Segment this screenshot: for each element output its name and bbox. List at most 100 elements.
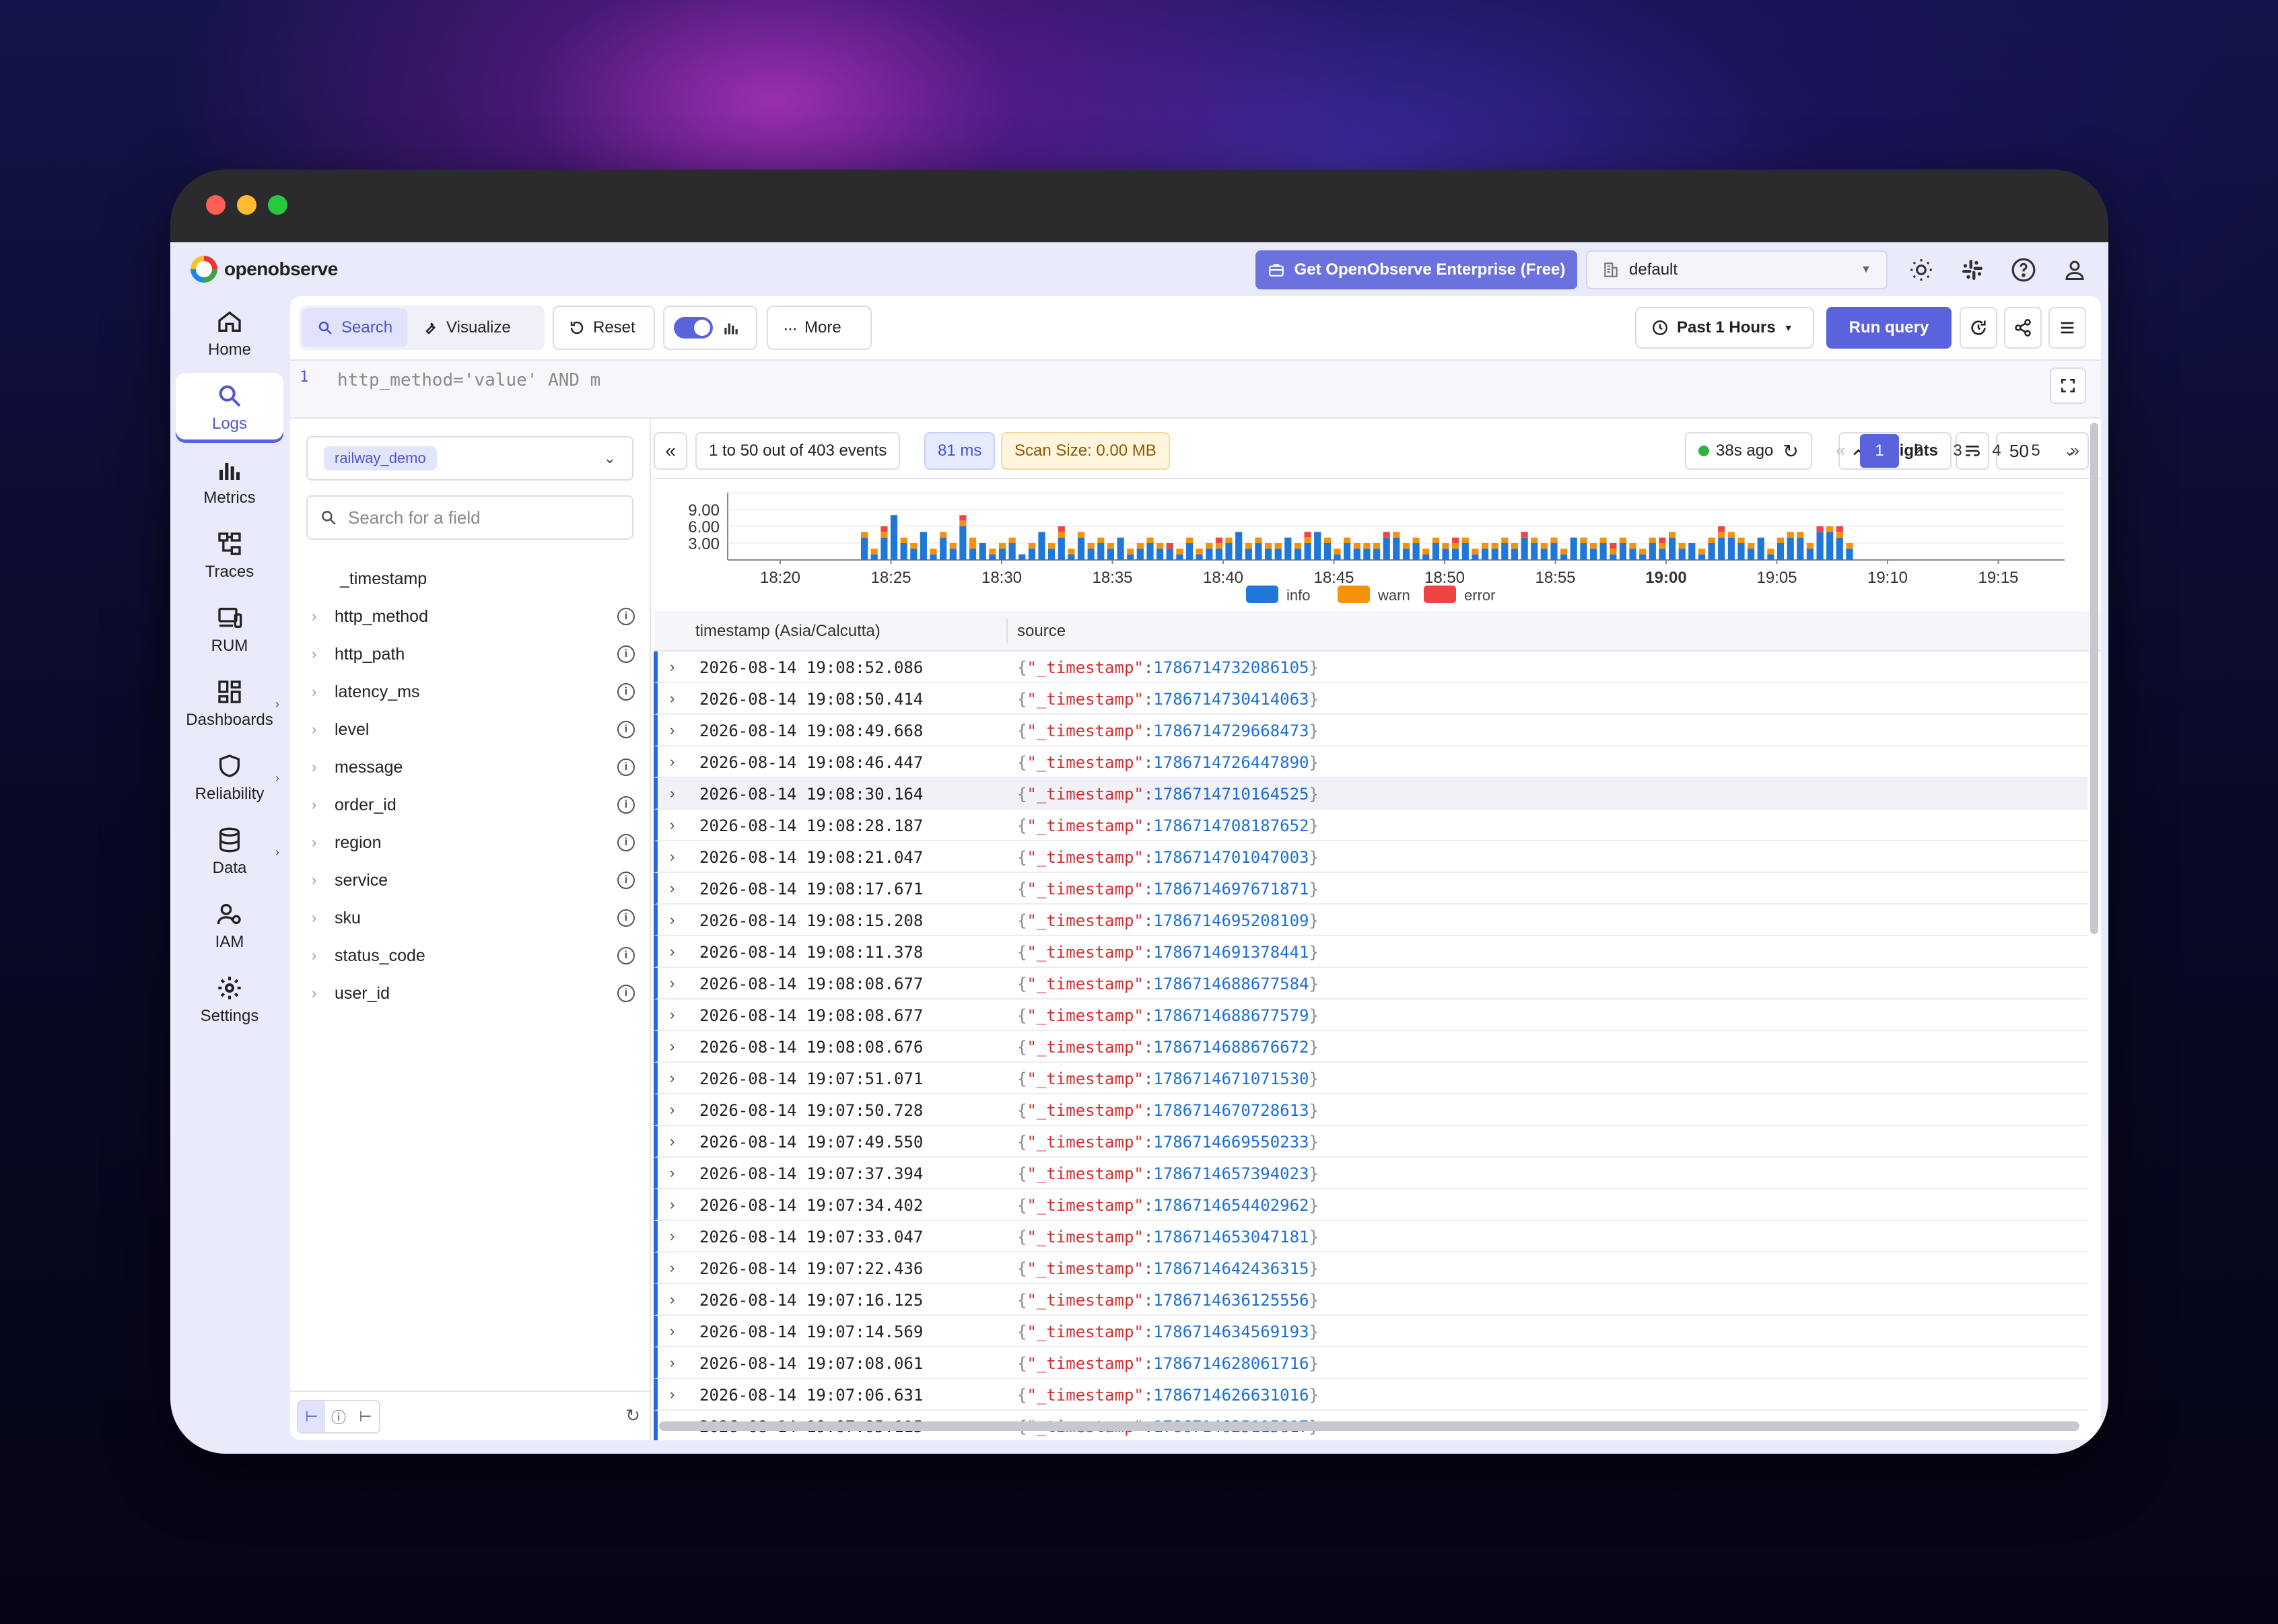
minimize-window-button[interactable] xyxy=(237,195,256,215)
get-enterprise-button[interactable]: Get OpenObserve Enterprise (Free) xyxy=(1255,250,1577,289)
chevron-right-icon[interactable]: › xyxy=(312,872,316,889)
page-button[interactable]: 2 xyxy=(1899,434,1938,468)
table-row[interactable]: › 2026-08-14 19:07:49.550 {"_timestamp":17… xyxy=(654,1126,2087,1158)
column-header-source[interactable]: source xyxy=(1017,622,1066,641)
chevron-right-icon[interactable]: › xyxy=(312,947,316,964)
expand-row-icon[interactable]: › xyxy=(670,848,675,866)
chevron-right-icon[interactable]: › xyxy=(312,796,316,814)
histogram-switch[interactable] xyxy=(674,317,713,339)
user-menu-button[interactable] xyxy=(2061,256,2089,284)
query-text[interactable]: http_method='value' AND m xyxy=(337,370,600,390)
interesting-fields-icon[interactable]: ⊢ xyxy=(352,1401,379,1432)
auto-refresh-button[interactable] xyxy=(1960,307,1997,349)
field-search-input[interactable]: Search for a field xyxy=(306,495,633,540)
table-row[interactable]: › 2026-08-14 19:07:16.125 {"_timestamp":17… xyxy=(654,1284,2087,1316)
first-page-button[interactable]: « xyxy=(1821,434,1860,468)
expand-row-icon[interactable]: › xyxy=(670,1038,675,1055)
field-row[interactable]: _timestamp xyxy=(290,560,650,598)
table-row[interactable]: › 2026-08-14 19:08:17.671 {"_timestamp":17… xyxy=(654,873,2087,905)
chevron-right-icon[interactable]: › xyxy=(312,758,316,776)
nav-dashboards[interactable]: Dashboards › xyxy=(176,669,283,739)
page-button[interactable]: 3 xyxy=(1938,434,1977,468)
expand-row-icon[interactable]: › xyxy=(670,753,675,771)
field-row[interactable]: › http_method i xyxy=(290,598,650,635)
chevron-right-icon[interactable]: › xyxy=(312,909,316,927)
time-range-picker[interactable]: Past 1 Hours ▼ xyxy=(1635,307,1814,349)
info-icon[interactable]: i xyxy=(617,985,635,1002)
refresh-icon[interactable]: ↻ xyxy=(1783,440,1798,462)
info-icon[interactable]: i xyxy=(617,758,635,776)
expand-row-icon[interactable]: › xyxy=(670,1322,675,1340)
help-button[interactable] xyxy=(2009,256,2038,284)
info-icon[interactable]: i xyxy=(617,721,635,738)
table-row[interactable]: › 2026-08-14 19:08:49.668 {"_timestamp":17… xyxy=(654,715,2087,746)
table-row[interactable]: › 2026-08-14 19:08:08.677 {"_timestamp":17… xyxy=(654,968,2087,999)
nav-logs[interactable]: Logs xyxy=(176,373,283,443)
expand-row-icon[interactable]: › xyxy=(670,943,675,960)
search-mode-button[interactable]: Search xyxy=(302,308,408,347)
chevron-right-icon[interactable]: › xyxy=(312,834,316,851)
info-icon[interactable]: i xyxy=(617,645,635,663)
table-row[interactable]: › 2026-08-14 19:08:15.208 {"_timestamp":17… xyxy=(654,905,2087,936)
field-row[interactable]: › http_path i xyxy=(290,635,650,673)
expand-row-icon[interactable]: › xyxy=(670,1006,675,1024)
field-row[interactable]: › status_code i xyxy=(290,937,650,975)
info-icon[interactable]: i xyxy=(617,909,635,927)
field-row[interactable]: › latency_ms i xyxy=(290,673,650,711)
chevron-right-icon[interactable]: › xyxy=(312,608,316,625)
page-button[interactable]: 5 xyxy=(2016,434,2055,468)
info-view-icon[interactable]: ⓘ xyxy=(325,1401,352,1432)
table-row[interactable]: › 2026-08-14 19:07:50.728 {"_timestamp":17… xyxy=(654,1094,2087,1126)
nav-reliability[interactable]: Reliability › xyxy=(176,743,283,813)
menu-button[interactable] xyxy=(2048,307,2086,349)
run-query-button[interactable]: Run query xyxy=(1826,307,1952,349)
column-divider[interactable] xyxy=(1006,619,1008,643)
chevron-right-icon[interactable]: › xyxy=(312,645,316,663)
table-row[interactable]: › 2026-08-14 19:07:06.631 {"_timestamp":17… xyxy=(654,1379,2087,1411)
expand-row-icon[interactable]: › xyxy=(670,1133,675,1150)
expand-row-icon[interactable]: › xyxy=(670,816,675,834)
visualize-mode-button[interactable]: Visualize xyxy=(407,308,526,347)
nav-iam[interactable]: IAM xyxy=(176,891,283,961)
chevron-right-icon[interactable]: › xyxy=(312,721,316,738)
field-row[interactable]: › sku i xyxy=(290,899,650,937)
reset-button[interactable]: Reset xyxy=(553,306,655,350)
table-row[interactable]: › 2026-08-14 19:07:33.047 {"_timestamp":17… xyxy=(654,1221,2087,1252)
table-row[interactable]: › 2026-08-14 19:07:34.402 {"_timestamp":17… xyxy=(654,1189,2087,1221)
horizontal-scrollbar[interactable] xyxy=(659,1421,2079,1431)
table-row[interactable]: › 2026-08-14 19:08:08.677 {"_timestamp":17… xyxy=(654,999,2087,1031)
table-row[interactable]: › 2026-08-14 19:08:08.676 {"_timestamp":17… xyxy=(654,1031,2087,1063)
logo[interactable]: openobserve xyxy=(191,256,338,283)
info-icon[interactable]: i xyxy=(617,796,635,814)
expand-row-icon[interactable]: › xyxy=(670,1386,675,1403)
expand-row-icon[interactable]: › xyxy=(670,658,675,676)
table-row[interactable]: › 2026-08-14 19:08:11.378 {"_timestamp":17… xyxy=(654,936,2087,968)
field-row[interactable]: › service i xyxy=(290,861,650,899)
table-row[interactable]: › 2026-08-14 19:08:52.086 {"_timestamp":17… xyxy=(654,651,2087,683)
fullscreen-button[interactable] xyxy=(2050,367,2086,404)
field-row[interactable]: › level i xyxy=(290,711,650,748)
query-editor[interactable]: 1 http_method='value' AND m xyxy=(290,361,2101,419)
table-row[interactable]: › 2026-08-14 19:07:51.071 {"_timestamp":17… xyxy=(654,1063,2087,1094)
expand-row-icon[interactable]: › xyxy=(670,880,675,897)
table-row[interactable]: › 2026-08-14 19:08:50.414 {"_timestamp":17… xyxy=(654,683,2087,715)
field-row[interactable]: › message i xyxy=(290,748,650,786)
expand-row-icon[interactable]: › xyxy=(670,911,675,929)
nav-traces[interactable]: Traces xyxy=(176,521,283,591)
page-button[interactable]: 1 xyxy=(1860,434,1899,468)
nav-data[interactable]: Data › xyxy=(176,817,283,887)
expand-row-icon[interactable]: › xyxy=(670,975,675,992)
share-button[interactable] xyxy=(2004,307,2042,349)
info-icon[interactable]: i xyxy=(617,608,635,625)
info-icon[interactable]: i xyxy=(617,834,635,851)
expand-row-icon[interactable]: › xyxy=(670,1196,675,1213)
field-row[interactable]: › order_id i xyxy=(290,786,650,824)
schema-view-icon[interactable]: ⊢ xyxy=(298,1401,325,1432)
table-row[interactable]: › 2026-08-14 19:07:22.436 {"_timestamp":17… xyxy=(654,1252,2087,1284)
more-menu-button[interactable]: ··· More xyxy=(767,306,872,350)
slack-button[interactable] xyxy=(1958,256,1987,284)
table-row[interactable]: › 2026-08-14 19:07:37.394 {"_timestamp":17… xyxy=(654,1158,2087,1189)
info-icon[interactable]: i xyxy=(617,683,635,701)
expand-row-icon[interactable]: › xyxy=(670,721,675,739)
nav-rum[interactable]: RUM xyxy=(176,595,283,665)
